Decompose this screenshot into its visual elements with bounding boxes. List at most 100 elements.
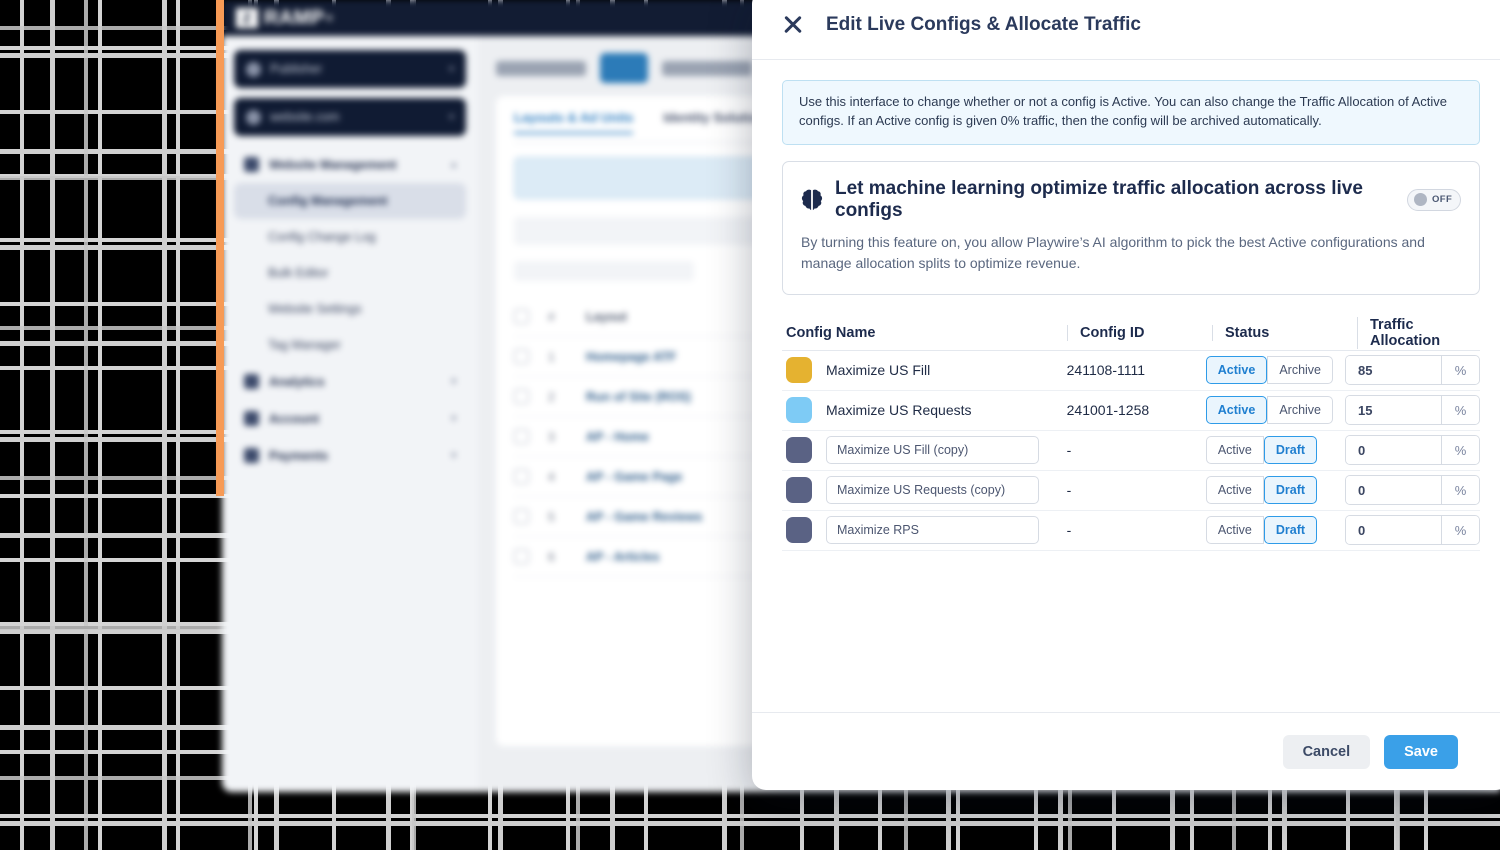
toolbar-select-1[interactable] [496, 60, 586, 76]
column-header-number: # [548, 309, 555, 324]
row-number: 3 [548, 429, 555, 444]
config-color-swatch [786, 397, 812, 424]
status-active-button[interactable]: Active [1205, 436, 1264, 465]
ml-optimization-toggle[interactable]: OFF [1407, 188, 1461, 211]
status-draft-button[interactable]: Draft [1263, 516, 1318, 545]
ml-optimization-card: Let machine learning optimize traffic al… [782, 160, 1480, 295]
screen-root: Z RAMP ® Publisher ▾ website.com ▾ Websi… [0, 0, 1500, 850]
sidebar-group-label: Analytics [269, 374, 325, 389]
row-checkbox[interactable] [514, 509, 529, 524]
sidebar-publisher-select[interactable]: Publisher ▾ [234, 50, 466, 88]
config-status-cell: Active Archive [1194, 396, 1333, 425]
config-color-swatch [786, 437, 812, 464]
status-active-button[interactable]: Active [1205, 516, 1264, 545]
sidebar-item-config-management[interactable]: Config Management [234, 183, 466, 219]
toggle-knob-icon [1414, 193, 1427, 207]
cancel-button[interactable]: Cancel [1282, 734, 1371, 769]
config-allocation-cell: % [1333, 355, 1480, 386]
sidebar-group-label: Payments [269, 448, 329, 463]
row-checkbox[interactable] [514, 349, 529, 364]
toggle-state-label: OFF [1432, 194, 1453, 206]
config-id-value: - [1066, 442, 1072, 459]
status-segmented-control: Active Archive [1205, 396, 1333, 425]
chevron-down-icon: ▾ [448, 111, 454, 123]
config-id-value: - [1066, 522, 1072, 539]
status-archive-button[interactable]: Archive [1267, 356, 1333, 385]
config-status-cell: Active Draft [1194, 516, 1333, 545]
row-checkbox[interactable] [514, 469, 529, 484]
sidebar-group-account[interactable]: Account ▾ [234, 400, 466, 437]
column-header-config-id: Config ID [1067, 325, 1212, 342]
row-number: 4 [548, 469, 555, 484]
allocation-input[interactable] [1346, 356, 1441, 385]
row-checkbox[interactable] [514, 549, 529, 564]
percent-symbol: % [1441, 396, 1479, 425]
filter-control[interactable] [514, 261, 694, 281]
config-id-value: 241108-1111 [1066, 362, 1146, 379]
config-id-value: - [1066, 482, 1072, 499]
status-archive-button[interactable]: Archive [1267, 396, 1333, 425]
config-name-input[interactable] [826, 436, 1039, 465]
config-status-cell: Active Draft [1194, 436, 1333, 465]
row-checkbox[interactable] [514, 429, 529, 444]
tab-layouts-ad-units[interactable]: Layouts & Ad Units [514, 110, 634, 134]
save-button[interactable]: Save [1384, 734, 1458, 769]
close-icon[interactable] [780, 12, 806, 38]
sidebar-item-label: Bulk Editor [268, 266, 329, 280]
config-allocation-cell: % [1333, 475, 1481, 506]
config-row: Maximize US Fill 241108-1111 Active Arch… [782, 351, 1480, 391]
sidebar-item-config-change-log[interactable]: Config Change Log [234, 219, 466, 255]
dialog-footer: Cancel Save [752, 712, 1500, 790]
config-name-cell [782, 476, 1055, 505]
status-draft-button[interactable]: Draft [1263, 476, 1318, 505]
config-row: - Active Draft % [782, 511, 1481, 551]
sidebar-group-label: Website Management [269, 157, 397, 172]
publisher-avatar-icon [246, 61, 261, 77]
brain-icon [801, 189, 823, 210]
allocation-input[interactable] [1346, 476, 1442, 505]
config-row: - Active Draft % [782, 471, 1481, 511]
config-name-cell [782, 436, 1055, 465]
toolbar-primary-button[interactable] [600, 53, 648, 83]
row-number: 6 [548, 549, 555, 564]
edit-live-configs-dialog: Edit Live Configs & Allocate Traffic Use… [752, 0, 1500, 790]
config-status-cell: Active Draft [1194, 476, 1333, 505]
status-draft-button[interactable]: Draft [1263, 436, 1318, 465]
config-row: Maximize US Requests 241001-1258 Active … [782, 391, 1480, 431]
row-checkbox[interactable] [514, 389, 529, 404]
analytics-icon [244, 374, 259, 389]
row-number: 5 [548, 509, 555, 524]
status-active-button[interactable]: Active [1205, 476, 1264, 505]
ramp-logo-mark: Z [236, 8, 258, 28]
ml-card-title: Let machine learning optimize traffic al… [835, 177, 1363, 221]
sidebar-website-select[interactable]: website.com ▾ [234, 98, 466, 136]
website-avatar-icon [246, 109, 261, 125]
sidebar-item-website-settings[interactable]: Website Settings [234, 291, 466, 327]
toolbar-select-2[interactable] [662, 60, 752, 76]
sidebar-group-payments[interactable]: Payments ▾ [234, 437, 466, 474]
allocation-input[interactable] [1346, 516, 1442, 545]
allocation-input[interactable] [1346, 436, 1442, 465]
status-segmented-control: Active Draft [1205, 516, 1318, 545]
status-active-button[interactable]: Active [1205, 356, 1268, 385]
website-icon [244, 157, 259, 172]
select-all-checkbox[interactable] [514, 309, 529, 324]
config-name-input[interactable] [826, 476, 1039, 505]
sidebar-item-tag-manager[interactable]: Tag Manager [234, 327, 466, 363]
config-name-cell [782, 516, 1055, 545]
config-allocation-cell: % [1333, 395, 1480, 426]
sidebar-group-analytics[interactable]: Analytics ▾ [234, 363, 466, 400]
config-row: - Active Draft % [782, 431, 1481, 471]
config-name-input[interactable] [826, 516, 1039, 545]
config-status-cell: Active Archive [1194, 356, 1333, 385]
percent-symbol: % [1441, 476, 1480, 505]
column-header-status: Status [1212, 325, 1357, 342]
allocation-input[interactable] [1346, 396, 1441, 425]
dialog-body: Use this interface to change whether or … [752, 60, 1500, 712]
account-icon [244, 411, 259, 426]
config-name-cell: Maximize US Fill [782, 357, 1055, 384]
sidebar-item-bulk-editor[interactable]: Bulk Editor [234, 255, 466, 291]
sidebar-group-website-management[interactable]: Website Management ▴ [234, 146, 466, 183]
status-active-button[interactable]: Active [1205, 396, 1268, 425]
percent-symbol: % [1441, 516, 1480, 545]
